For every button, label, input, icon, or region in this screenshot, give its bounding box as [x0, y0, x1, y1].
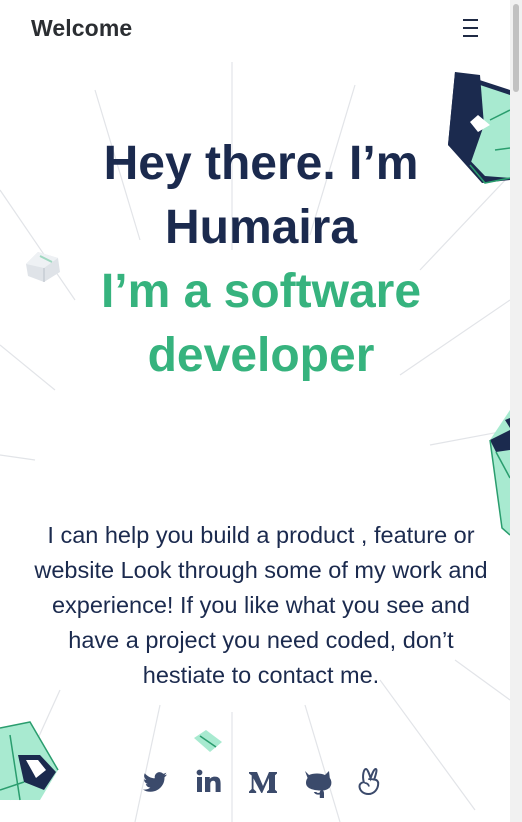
social-links — [138, 762, 388, 802]
hamburger-menu-icon[interactable] — [461, 19, 479, 37]
twitter-icon[interactable] — [138, 765, 172, 799]
brand-title[interactable]: Welcome — [31, 15, 132, 42]
angellist-icon[interactable] — [354, 765, 388, 799]
crystal-right-middle — [489, 410, 510, 536]
intro-paragraph: I can help you build a product , feature… — [34, 522, 488, 688]
top-navbar: Welcome — [0, 0, 510, 60]
hero-role-line1: I’m a software — [100, 265, 422, 318]
menu-bar — [462, 27, 478, 29]
hero-greeting: Hey there. I’m — [103, 137, 419, 190]
background-decoration — [0, 62, 510, 822]
github-icon[interactable] — [300, 765, 334, 799]
medium-icon[interactable] — [246, 765, 280, 799]
menu-bar — [462, 35, 478, 37]
linkedin-icon[interactable] — [192, 765, 226, 799]
crystal-bottom-left — [0, 721, 59, 801]
capsule-bottom — [194, 730, 222, 752]
hero-role-line2: developer — [147, 329, 375, 382]
page: Welcome Hey there. I’m Humaira I’m a sof… — [0, 0, 522, 822]
menu-bar — [462, 19, 478, 21]
hero-heading: Hey there. I’m Humaira I’m a software de… — [0, 132, 522, 388]
page-scrollbar[interactable] — [510, 0, 522, 822]
hero-name: Humaira — [164, 201, 358, 254]
scrollbar-thumb[interactable] — [513, 4, 519, 92]
